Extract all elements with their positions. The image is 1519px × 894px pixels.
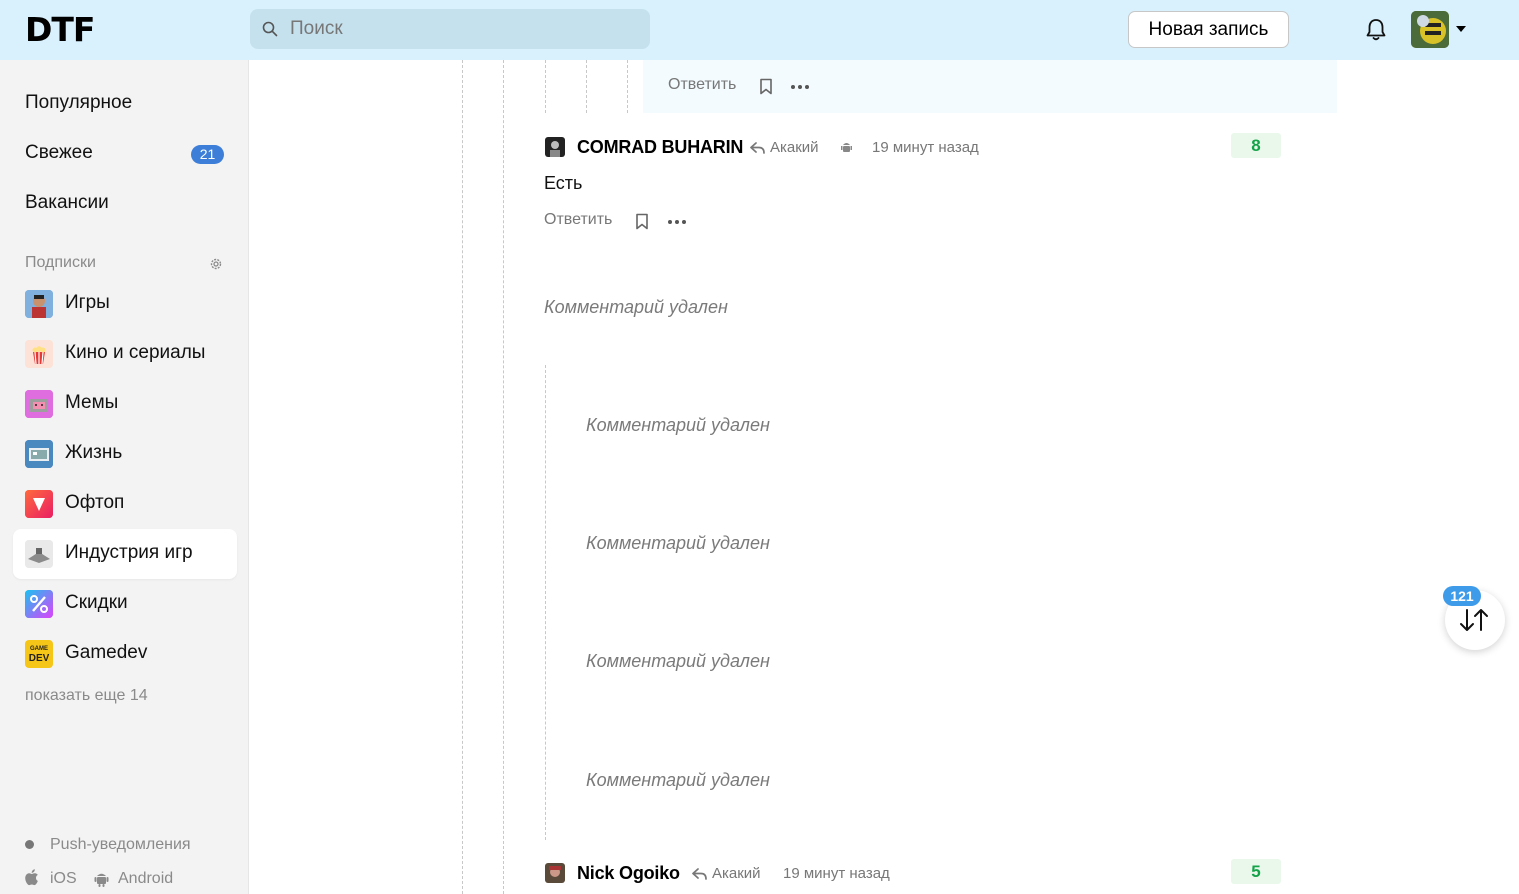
games-icon bbox=[25, 290, 53, 318]
thread-line bbox=[545, 365, 546, 840]
bookmark-icon[interactable] bbox=[759, 78, 773, 95]
deleted-comment: Комментарий удален bbox=[586, 770, 770, 790]
dtf-logo[interactable]: DTF bbox=[25, 13, 95, 46]
bell-icon[interactable] bbox=[1363, 17, 1389, 43]
sidebar-item-label: Gamedev bbox=[65, 642, 148, 663]
show-more-link[interactable]: показать еще 14 bbox=[25, 687, 148, 705]
gear-icon[interactable] bbox=[209, 257, 223, 271]
bookmark-icon[interactable] bbox=[635, 213, 649, 230]
sidebar-item-label: Индустрия игр bbox=[65, 542, 193, 563]
more-icon[interactable] bbox=[667, 219, 687, 225]
sidebar-item-offtop[interactable]: Офтоп bbox=[13, 479, 237, 529]
deleted-comment: Комментарий удален bbox=[544, 297, 728, 317]
avatar[interactable] bbox=[545, 863, 565, 883]
sidebar-item-label: Жизнь bbox=[65, 442, 123, 463]
comment-author[interactable]: COMRAD BUHARIN bbox=[577, 137, 743, 158]
sidebar-item-label: Игры bbox=[65, 292, 110, 313]
android-link[interactable]: Android bbox=[118, 870, 173, 888]
sidebar-item-games[interactable]: Игры bbox=[13, 279, 237, 329]
thread-line bbox=[503, 60, 504, 894]
sort-arrows-icon bbox=[1460, 609, 1488, 631]
sidebar-item-gamedev[interactable]: GAME DEV Gamedev bbox=[13, 629, 237, 679]
comment-time[interactable]: 19 минут назад bbox=[783, 865, 890, 882]
search-box[interactable] bbox=[250, 9, 650, 49]
search-input[interactable] bbox=[290, 9, 640, 49]
more-icon[interactable] bbox=[790, 84, 810, 90]
previous-comment-highlight bbox=[643, 60, 1337, 113]
popcorn-icon bbox=[25, 340, 53, 368]
fresh-count-badge: 21 bbox=[191, 145, 224, 164]
reply-to-user[interactable]: Акакий bbox=[712, 865, 761, 882]
new-post-button[interactable]: Новая запись bbox=[1128, 11, 1289, 48]
nav-fresh[interactable]: Свежее bbox=[25, 142, 93, 164]
gamedev-icon: GAME DEV bbox=[25, 640, 53, 668]
nyan-cat-icon bbox=[25, 390, 53, 418]
chevron-down-icon[interactable] bbox=[1456, 26, 1466, 32]
reply-arrow-icon bbox=[750, 142, 765, 154]
sidebar-item-label: Скидки bbox=[65, 592, 128, 613]
reply-arrow-icon bbox=[692, 868, 707, 880]
nav-vacancies[interactable]: Вакансии bbox=[25, 192, 109, 214]
industry-icon bbox=[25, 540, 53, 568]
subscriptions-title: Подписки bbox=[25, 254, 96, 271]
left-sidebar: Популярное Свежее 21 Вакансии Подписки И… bbox=[0, 60, 249, 894]
deleted-comment: Комментарий удален bbox=[586, 533, 770, 553]
sidebar-item-label: Мемы bbox=[65, 392, 119, 413]
android-icon bbox=[94, 873, 109, 887]
thread-line bbox=[586, 60, 587, 113]
thread-line bbox=[627, 60, 628, 113]
sidebar-item-label: Офтоп bbox=[65, 492, 125, 513]
comment-rating: 5 bbox=[1231, 859, 1281, 884]
reply-button[interactable]: Ответить bbox=[544, 211, 612, 229]
android-icon bbox=[841, 143, 852, 152]
comment-time[interactable]: 19 минут назад bbox=[872, 139, 979, 156]
reply-to-user[interactable]: Акакий bbox=[770, 139, 819, 156]
push-notifications-link[interactable]: Push-уведомления bbox=[50, 836, 191, 854]
thread-line bbox=[545, 60, 546, 113]
comment-text: Есть bbox=[544, 173, 583, 193]
life-icon bbox=[25, 440, 53, 468]
comment-rating: 8 bbox=[1231, 133, 1281, 158]
push-dot-icon bbox=[25, 840, 34, 849]
sidebar-item-memes[interactable]: Мемы bbox=[13, 379, 237, 429]
avatar-image bbox=[1411, 11, 1449, 48]
thread-line bbox=[462, 60, 463, 894]
sidebar-item-label: Кино и сериалы bbox=[65, 342, 206, 363]
ios-link[interactable]: iOS bbox=[50, 870, 77, 888]
user-avatar[interactable] bbox=[1411, 11, 1449, 48]
top-header: DTF Новая запись bbox=[0, 0, 1519, 60]
new-comments-count-badge: 121 bbox=[1443, 586, 1481, 606]
sidebar-item-discounts[interactable]: Скидки bbox=[13, 579, 237, 629]
comment-author[interactable]: Nick Ogoiko bbox=[577, 863, 680, 884]
deleted-comment: Комментарий удален bbox=[586, 651, 770, 671]
offtop-icon bbox=[25, 490, 53, 518]
nav-popular[interactable]: Популярное bbox=[25, 92, 132, 114]
sidebar-item-movies[interactable]: Кино и сериалы bbox=[13, 329, 237, 379]
reply-button[interactable]: Ответить bbox=[668, 76, 736, 94]
search-icon bbox=[262, 21, 278, 37]
sidebar-item-game-industry[interactable]: Индустрия игр bbox=[13, 529, 237, 579]
percent-icon bbox=[25, 590, 53, 618]
avatar[interactable] bbox=[545, 137, 565, 157]
sidebar-item-life[interactable]: Жизнь bbox=[13, 429, 237, 479]
deleted-comment: Комментарий удален bbox=[586, 415, 770, 435]
apple-icon bbox=[25, 869, 38, 886]
